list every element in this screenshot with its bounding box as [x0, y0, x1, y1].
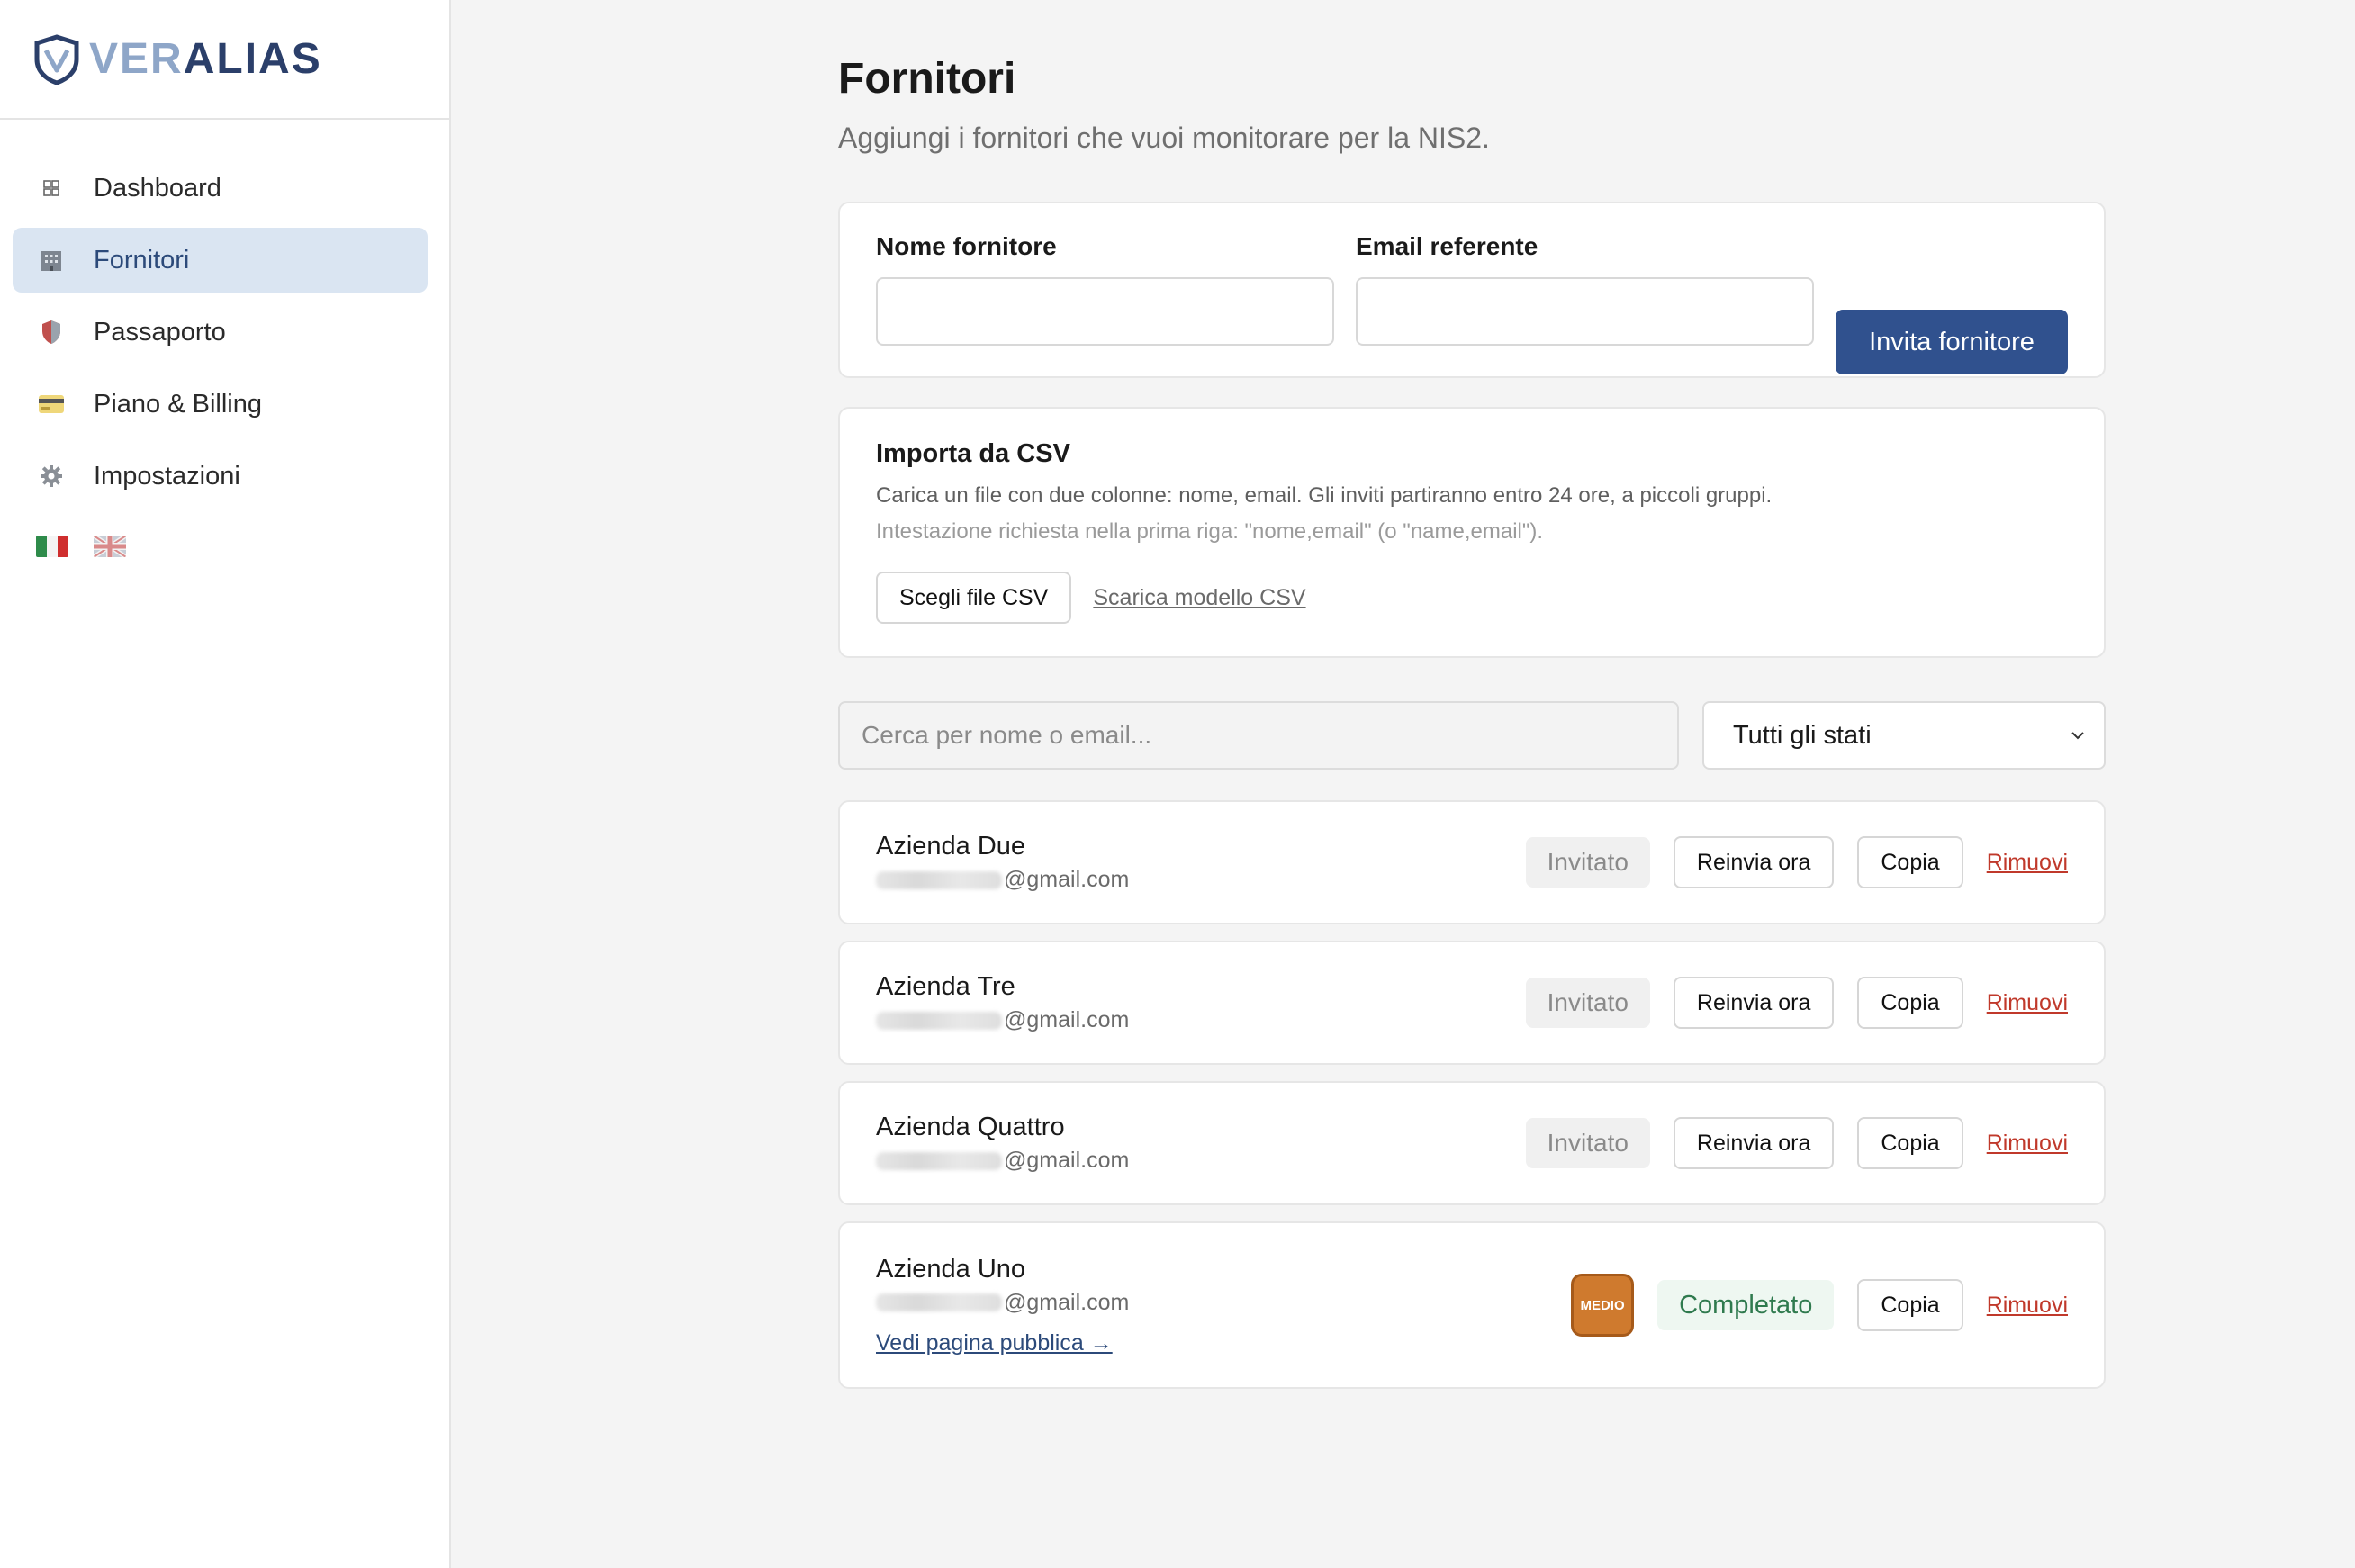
status-filter-value: Tutti gli stati: [1733, 720, 1872, 750]
chevron-down-icon: [2071, 732, 2084, 740]
supplier-name: Azienda Quattro: [876, 1113, 1065, 1141]
filters-bar: Tutti gli stati: [838, 701, 2106, 770]
supplier-name: Azienda Due: [876, 832, 1026, 861]
supplier-email-domain: @gmail.com: [1004, 867, 1130, 892]
brand-name-ver: VER: [89, 35, 184, 83]
redacted-email-user: [876, 1293, 1002, 1311]
page-title: Fornitori: [838, 55, 1016, 103]
download-csv-template-link[interactable]: Scarica modello CSV: [1093, 585, 1305, 611]
status-badge: Invitato: [1525, 978, 1650, 1028]
supplier-name: Azienda Uno: [876, 1254, 1026, 1284]
supplier-name-label: Nome fornitore: [876, 232, 1057, 260]
supplier-info: Azienda Tre @gmail.com: [876, 972, 1129, 1033]
page-subtitle: Aggiungi i fornitori che vuoi monitorare…: [838, 122, 1490, 154]
remove-link[interactable]: Rimuovi: [1987, 850, 2068, 876]
supplier-email: @gmail.com: [876, 1148, 1129, 1174]
sidebar-item-label: Fornitori: [94, 245, 190, 275]
redacted-email-user: [876, 1151, 1002, 1170]
choose-csv-button[interactable]: Scegli file CSV: [876, 572, 1072, 624]
supplier-info: Azienda Quattro @gmail.com: [876, 1113, 1129, 1174]
csv-import-hint: Intestazione richiesta nella prima riga:…: [876, 519, 1544, 544]
copy-button[interactable]: Copia: [1857, 1117, 1963, 1169]
remove-link[interactable]: Rimuovi: [1987, 990, 2068, 1016]
resend-button[interactable]: Reinvia ora: [1673, 836, 1835, 888]
brand-name: VERALIAS: [89, 34, 322, 84]
it-flag-icon[interactable]: [36, 536, 68, 557]
supplier-name-input[interactable]: [876, 277, 1334, 346]
copy-button[interactable]: Copia: [1857, 836, 1963, 888]
gear-icon: [34, 459, 68, 493]
redacted-email-user: [876, 1011, 1002, 1030]
remove-link[interactable]: Rimuovi: [1987, 1131, 2068, 1157]
supplier-actions: MEDIO Completato Copia Rimuovi: [1571, 1274, 2068, 1337]
uk-flag-icon[interactable]: [94, 536, 126, 557]
csv-import-description: Carica un file con due colonne: nome, em…: [876, 483, 1773, 508]
sidebar-item-dashboard[interactable]: Dashboard: [13, 156, 428, 221]
shield-icon: [34, 315, 68, 349]
supplier-actions: Invitato Reinvia ora Copia Rimuovi: [1525, 1117, 2068, 1169]
search-input[interactable]: [838, 701, 1679, 770]
language-switcher: [0, 536, 449, 557]
shield-logo-icon: [34, 33, 79, 85]
csv-import-title: Importa da CSV: [876, 439, 1070, 468]
sidebar-item-label: Impostazioni: [94, 461, 240, 491]
redacted-email-user: [876, 870, 1002, 889]
supplier-info: Azienda Uno @gmail.com Vedi pagina pubbl…: [876, 1255, 1129, 1356]
sidebar: VERALIAS Dashboard Fornitori Passaporto …: [0, 0, 451, 1568]
brand[interactable]: VERALIAS: [0, 0, 449, 120]
supplier-actions: Invitato Reinvia ora Copia Rimuovi: [1525, 977, 2068, 1029]
supplier-email-domain: @gmail.com: [1004, 1007, 1130, 1032]
status-filter-select[interactable]: Tutti gli stati: [1702, 701, 2106, 770]
supplier-row: Azienda Due @gmail.com Invitato Reinvia …: [838, 800, 2106, 924]
supplier-email: @gmail.com: [876, 867, 1129, 893]
copy-button[interactable]: Copia: [1857, 977, 1963, 1029]
supplier-email: @gmail.com: [876, 1007, 1129, 1033]
supplier-email-domain: @gmail.com: [1004, 1148, 1130, 1173]
sidebar-item-fornitori[interactable]: Fornitori: [13, 228, 428, 293]
grid-icon: [34, 171, 68, 205]
csv-import-card: Importa da CSV Carica un file con due co…: [838, 407, 2106, 658]
status-badge: Invitato: [1525, 837, 1650, 888]
copy-button[interactable]: Copia: [1857, 1279, 1963, 1331]
contact-email-label: Email referente: [1356, 232, 1538, 260]
sidebar-item-piano-billing[interactable]: Piano & Billing: [13, 372, 428, 437]
sidebar-item-label: Piano & Billing: [94, 389, 262, 419]
app: VERALIAS Dashboard Fornitori Passaporto …: [0, 0, 2355, 1568]
building-icon: [34, 243, 68, 277]
contact-email-input[interactable]: [1356, 277, 1814, 346]
supplier-row: Azienda Uno @gmail.com Vedi pagina pubbl…: [838, 1221, 2106, 1389]
supplier-name-field-group: Nome fornitore: [876, 232, 1334, 346]
resend-button[interactable]: Reinvia ora: [1673, 1117, 1835, 1169]
supplier-actions: Invitato Reinvia ora Copia Rimuovi: [1525, 836, 2068, 888]
status-badge: Completato: [1657, 1280, 1835, 1330]
status-badge: Invitato: [1525, 1118, 1650, 1168]
credit-card-icon: [34, 387, 68, 421]
sidebar-item-impostazioni[interactable]: Impostazioni: [13, 444, 428, 509]
supplier-name: Azienda Tre: [876, 972, 1015, 1001]
supplier-row: Azienda Quattro @gmail.com Invitato Rein…: [838, 1081, 2106, 1205]
supplier-row: Azienda Tre @gmail.com Invitato Reinvia …: [838, 941, 2106, 1065]
brand-name-alias: ALIAS: [183, 35, 322, 83]
sidebar-nav: Dashboard Fornitori Passaporto Piano & B…: [0, 120, 449, 509]
sidebar-item-label: Passaporto: [94, 317, 226, 347]
supplier-email-domain: @gmail.com: [1004, 1289, 1130, 1315]
sidebar-item-passaporto[interactable]: Passaporto: [13, 300, 428, 365]
supplier-info: Azienda Due @gmail.com: [876, 832, 1129, 893]
sidebar-item-label: Dashboard: [94, 173, 221, 203]
invite-supplier-button[interactable]: Invita fornitore: [1836, 310, 2068, 374]
resend-button[interactable]: Reinvia ora: [1673, 977, 1835, 1029]
csv-actions: Scegli file CSV Scarica modello CSV: [876, 572, 2068, 624]
supplier-list: Azienda Due @gmail.com Invitato Reinvia …: [838, 800, 2106, 1389]
risk-level-badge: MEDIO: [1571, 1274, 1635, 1337]
main-content: Fornitori Aggiungi i fornitori che vuoi …: [451, 0, 2355, 1568]
contact-email-field-group: Email referente: [1356, 232, 1814, 346]
public-page-link[interactable]: Vedi pagina pubblica →: [876, 1330, 1129, 1356]
remove-link[interactable]: Rimuovi: [1987, 1293, 2068, 1319]
content: Fornitori Aggiungi i fornitori che vuoi …: [838, 54, 2106, 1389]
supplier-email: @gmail.com: [876, 1290, 1129, 1316]
invite-card: Nome fornitore Email referente Invita fo…: [838, 202, 2106, 378]
